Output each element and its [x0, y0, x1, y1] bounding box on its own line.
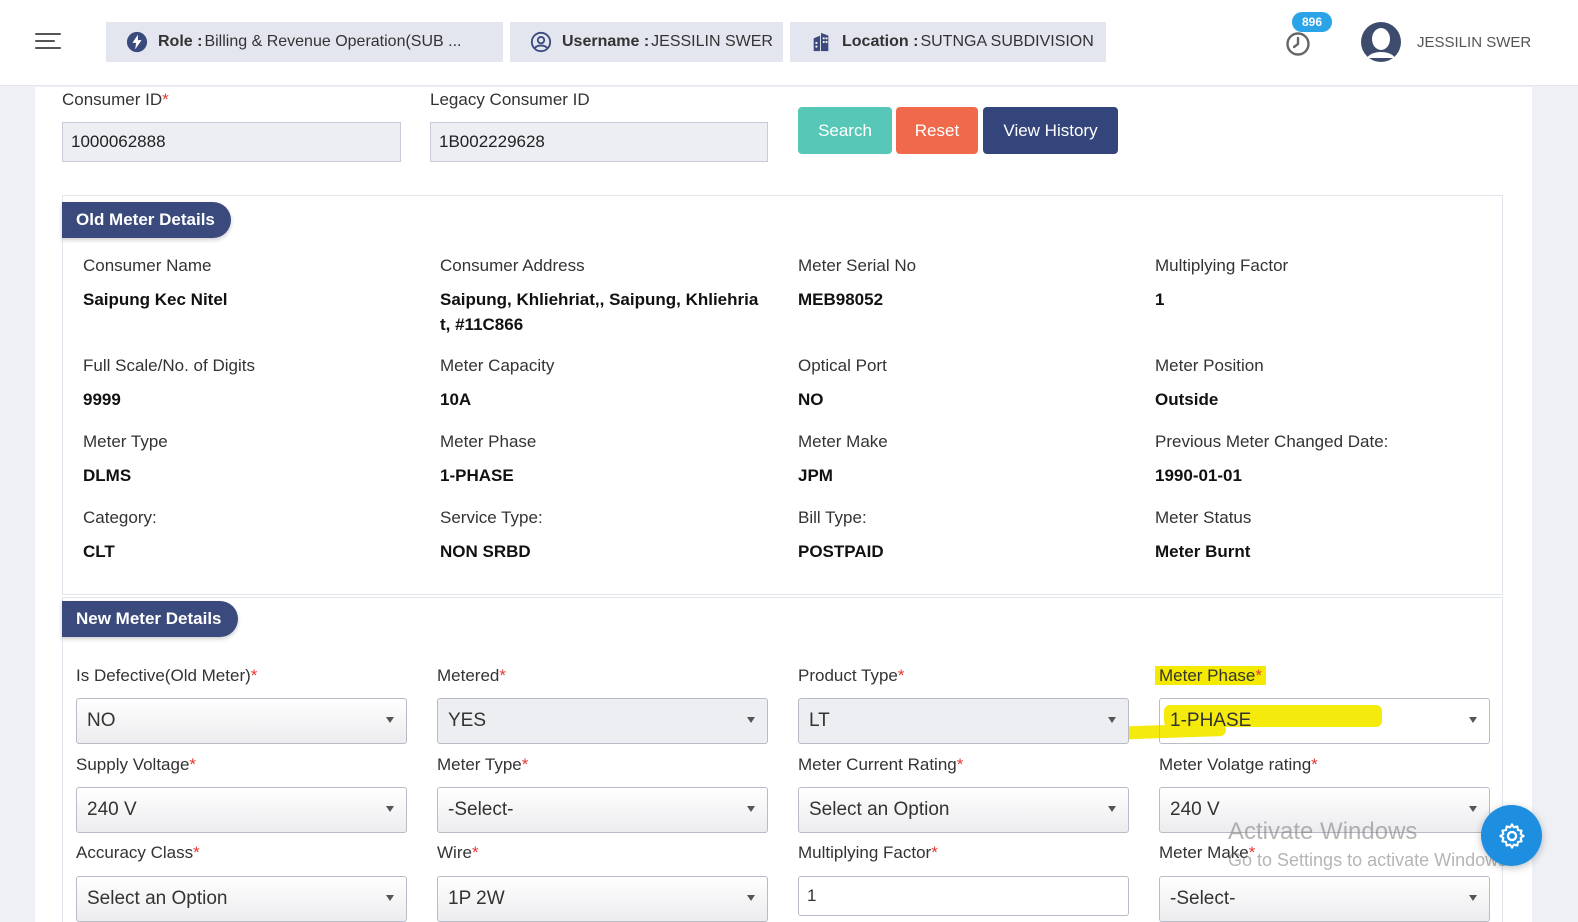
- old-meter-type-value: DLMS: [83, 466, 132, 485]
- meter-current-rating-label: Meter Current Rating*: [798, 755, 964, 774]
- old-meter-type-label: Meter Type: [83, 432, 168, 451]
- is-defective-select[interactable]: NO: [76, 698, 407, 744]
- location-value: SUTNGA SUBDIVISION: [920, 33, 1094, 50]
- old-consumer-name-value: Saipung Kec Nitel: [83, 290, 228, 309]
- old-meter-position-value: Outside: [1155, 390, 1219, 409]
- old-full-scale-value: 9999: [83, 390, 121, 409]
- chevron-down-icon: [1469, 717, 1477, 723]
- old-bill-type-label: Bill Type:: [798, 508, 867, 527]
- old-optical-port-value: NO: [798, 390, 824, 409]
- chevron-down-icon: [386, 806, 394, 812]
- accuracy-class-select[interactable]: Select an Option: [76, 876, 407, 922]
- chevron-down-icon: [1469, 895, 1477, 901]
- new-multiplying-factor-label: Multiplying Factor*: [798, 843, 938, 862]
- chevron-down-icon: [386, 717, 394, 723]
- view-history-button[interactable]: View History: [983, 107, 1118, 154]
- username-label: Username :: [562, 33, 650, 50]
- old-consumer-address-value: Saipung, Khliehriat,, Saipung, Khliehria…: [440, 290, 759, 334]
- location-label: Location :: [842, 33, 919, 50]
- legacy-consumer-id-label: Legacy Consumer ID: [430, 90, 590, 109]
- gear-icon: [1498, 822, 1525, 849]
- old-multiplying-factor-value: 1: [1155, 290, 1165, 309]
- old-service-type-label: Service Type:: [440, 508, 543, 527]
- username-value: JESSILIN SWER: [651, 33, 773, 50]
- product-type-select[interactable]: LT: [798, 698, 1129, 744]
- consumer-id-input[interactable]: 1000062888: [62, 122, 401, 162]
- old-consumer-name-label: Consumer Name: [83, 256, 212, 275]
- location-pill[interactable]: Location : SUTNGA SUBDIVISION: [790, 22, 1106, 62]
- header-username: JESSILIN SWER: [1417, 34, 1532, 51]
- hamburger-icon[interactable]: [35, 31, 61, 51]
- activate-windows-watermark: Activate Windows: [1228, 818, 1418, 845]
- old-prev-changed-date-label: Previous Meter Changed Date:: [1155, 432, 1389, 451]
- old-meter-phase-value: 1-PHASE: [440, 466, 514, 485]
- wire-label: Wire*: [437, 843, 479, 862]
- meter-voltage-rating-label: Meter Volatge rating*: [1159, 755, 1318, 774]
- old-meter-make-label: Meter Make: [798, 432, 888, 451]
- building-icon: [813, 32, 829, 52]
- meter-type-label: Meter Type*: [437, 755, 529, 774]
- supply-voltage-label: Supply Voltage*: [76, 755, 197, 774]
- reset-button[interactable]: Reset: [896, 107, 978, 154]
- notification-badge: 896: [1292, 12, 1332, 32]
- wire-select[interactable]: 1P 2W: [437, 876, 768, 922]
- consumer-id-label: Consumer ID*: [62, 90, 169, 109]
- old-optical-port-label: Optical Port: [798, 356, 887, 375]
- old-meter-capacity-value: 10A: [440, 390, 472, 409]
- old-meter-section-title: Old Meter Details: [62, 202, 231, 238]
- old-meter-phase-label: Meter Phase: [440, 432, 537, 451]
- new-meter-section-title: New Meter Details: [62, 601, 238, 637]
- old-multiplying-factor-label: Multiplying Factor: [1155, 256, 1289, 275]
- new-meter-make-select[interactable]: -Select-: [1159, 876, 1490, 922]
- old-category-label: Category:: [83, 508, 157, 527]
- old-meter-serial-label: Meter Serial No: [798, 256, 917, 275]
- role-pill[interactable]: Role : Billing & Revenue Operation(SUB .…: [106, 22, 503, 62]
- search-button[interactable]: Search: [798, 107, 892, 154]
- avatar[interactable]: [1361, 22, 1401, 62]
- old-consumer-address-label: Consumer Address: [440, 256, 585, 275]
- old-service-type-value: NON SRBD: [440, 542, 531, 561]
- metered-label: Metered*: [437, 666, 506, 685]
- top-header: Role : Billing & Revenue Operation(SUB .…: [0, 0, 1578, 86]
- settings-fab[interactable]: [1481, 805, 1542, 866]
- old-category-value: CLT: [83, 542, 115, 561]
- clock-icon[interactable]: [1285, 31, 1311, 57]
- chevron-down-icon: [1108, 806, 1116, 812]
- chevron-down-icon: [1469, 806, 1477, 812]
- old-meter-status-label: Meter Status: [1155, 508, 1252, 527]
- chevron-down-icon: [747, 895, 755, 901]
- legacy-consumer-id-input[interactable]: 1B002229628: [430, 122, 768, 162]
- chevron-down-icon: [747, 806, 755, 812]
- old-meter-make-value: JPM: [798, 466, 833, 485]
- is-defective-label: Is Defective(Old Meter)*: [76, 666, 258, 685]
- old-bill-type-value: POSTPAID: [798, 542, 884, 561]
- activate-windows-hint: Go to Settings to activate Windows.: [1228, 850, 1513, 870]
- metered-select[interactable]: YES: [437, 698, 768, 744]
- chevron-down-icon: [1108, 717, 1116, 723]
- chevron-down-icon: [386, 895, 394, 901]
- old-meter-capacity-label: Meter Capacity: [440, 356, 555, 375]
- meter-type-select[interactable]: -Select-: [437, 787, 768, 833]
- username-pill[interactable]: Username : JESSILIN SWER: [510, 22, 783, 62]
- role-label: Role :: [158, 33, 203, 50]
- old-meter-serial-value: MEB98052: [798, 290, 884, 309]
- old-prev-changed-date-value: 1990-01-01: [1155, 466, 1242, 485]
- meter-phase-select[interactable]: 1-PHASE: [1159, 698, 1490, 744]
- role-value: Billing & Revenue Operation(SUB ...: [204, 33, 462, 50]
- accuracy-class-label: Accuracy Class*: [76, 843, 200, 862]
- meter-phase-label: Meter Phase*: [1155, 666, 1267, 686]
- new-multiplying-factor-input[interactable]: 1: [798, 876, 1129, 916]
- old-meter-status-value: Meter Burnt: [1155, 542, 1251, 561]
- old-meter-position-label: Meter Position: [1155, 356, 1264, 375]
- supply-voltage-select[interactable]: 240 V: [76, 787, 407, 833]
- bolt-icon: [126, 31, 148, 53]
- old-full-scale-label: Full Scale/No. of Digits: [83, 356, 255, 375]
- chevron-down-icon: [747, 717, 755, 723]
- user-circle-icon: [530, 31, 552, 53]
- product-type-label: Product Type*: [798, 666, 905, 685]
- meter-current-rating-select[interactable]: Select an Option: [798, 787, 1129, 833]
